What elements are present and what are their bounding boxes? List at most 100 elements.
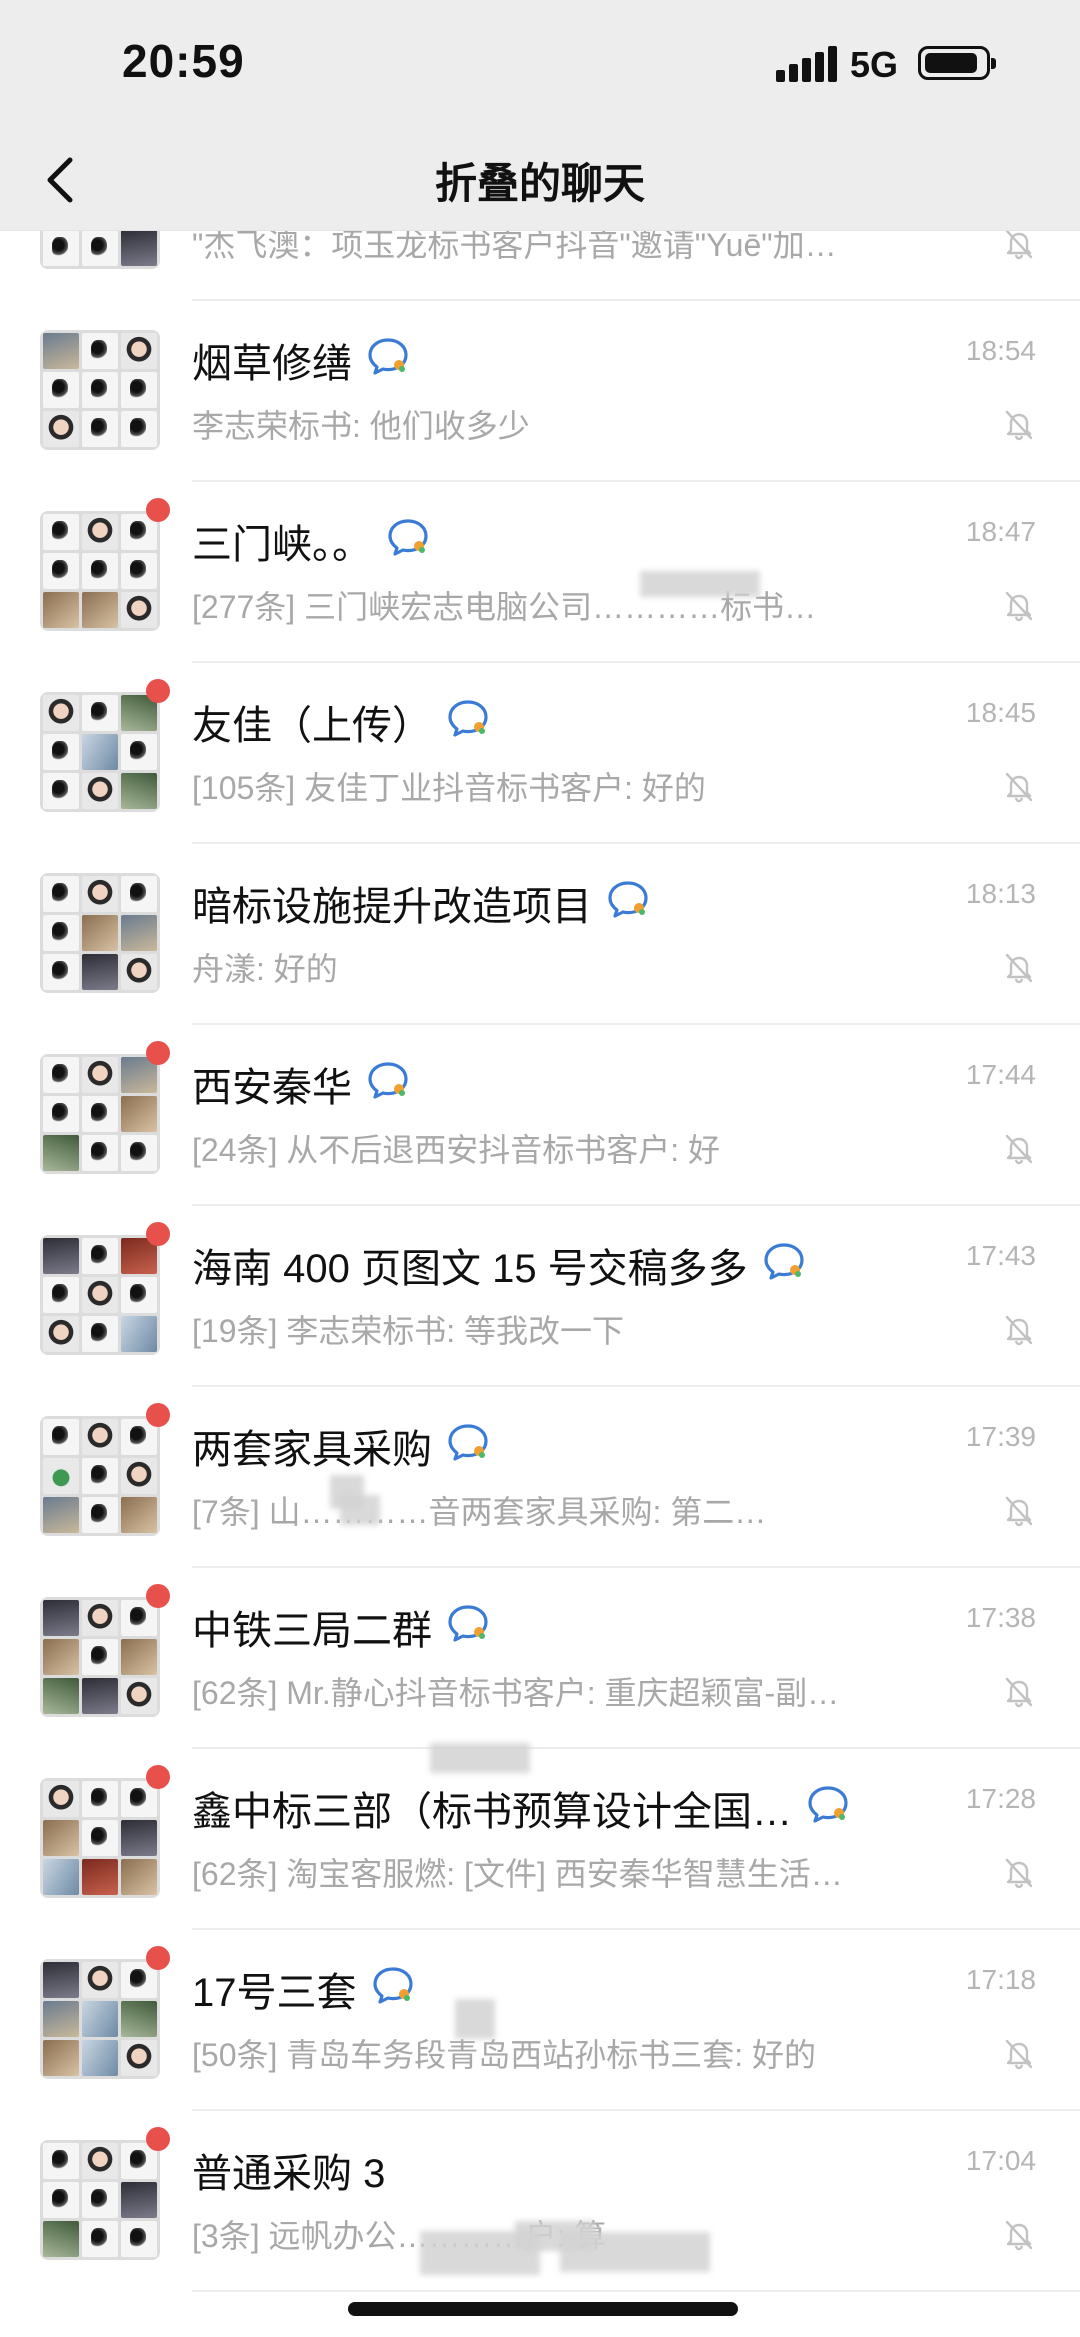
chat-title: 17号三套	[192, 1971, 357, 2015]
avatar-cell	[121, 333, 157, 369]
wecom-chat-icon	[446, 1603, 490, 1643]
avatar-cell	[121, 2182, 157, 2218]
avatar-cell	[82, 773, 118, 809]
chat-row[interactable]: "杰飞澳：项玉龙标书客户抖音"邀请"Yuē"加…	[0, 231, 1080, 301]
avatar-cell	[82, 1639, 118, 1675]
mute-bell-icon	[1002, 1855, 1036, 1889]
chat-title: 两套家具采购	[192, 1428, 432, 1472]
group-avatar	[40, 1959, 160, 2079]
wecom-chat-icon	[606, 879, 650, 919]
chat-preview: [62条] Mr.静心抖音标书客户: 重庆超颖富-副…	[192, 1675, 840, 1711]
chat-time: 17:39	[965, 1421, 1036, 1452]
avatar-cell	[43, 2182, 79, 2218]
avatar-cell	[43, 514, 79, 550]
chat-row[interactable]: 友佳（上传） 18:45 [105条] 友佳丁业抖音标书客户: 好的	[0, 663, 1080, 844]
avatar-cell	[121, 411, 157, 447]
unread-dot	[146, 1403, 170, 1427]
chat-title: 鑫中标三部（标书预算设计全国…	[192, 1790, 792, 1834]
chat-title-line: 17号三套	[192, 1960, 930, 2020]
avatar-cell	[82, 372, 118, 408]
avatar-cell	[121, 1096, 157, 1132]
chat-row[interactable]: 三门峡。。 18:47 [277条] 三门峡宏志电脑公司…………标书…	[0, 482, 1080, 663]
group-avatar	[40, 231, 160, 269]
mute-bell-icon	[1002, 2036, 1036, 2070]
chat-row[interactable]: 西安秦华 17:44 [24条] 从不后退西安抖音标书客户: 好	[0, 1025, 1080, 1206]
mute-bell-icon	[1002, 1493, 1036, 1527]
chat-preview: 舟漾: 好的	[192, 951, 338, 987]
chat-row[interactable]: 普通采购 3 17:04 [3条] 远帆办公…………户: 算	[0, 2111, 1080, 2292]
avatar-cell	[43, 2221, 79, 2257]
avatar-cell	[43, 1458, 79, 1494]
chat-time: 17:43	[965, 1240, 1036, 1271]
group-avatar	[40, 1235, 160, 1355]
avatar-cell	[82, 1057, 118, 1093]
avatar-cell	[43, 1419, 79, 1455]
wecom-chat-icon	[366, 1060, 410, 1100]
chat-time: 18:47	[965, 516, 1036, 547]
chat-title: 普通采购 3	[192, 2152, 386, 2196]
avatar-cell	[43, 773, 79, 809]
group-avatar	[40, 511, 160, 631]
avatar-cell	[82, 876, 118, 912]
avatar-cell	[43, 1600, 79, 1636]
avatar-cell	[82, 2182, 118, 2218]
avatar-cell	[82, 734, 118, 770]
avatar-cell	[121, 592, 157, 628]
avatar-cell	[82, 1316, 118, 1352]
avatar-cell	[82, 915, 118, 951]
wecom-chat-icon	[386, 517, 430, 557]
avatar-cell	[121, 1820, 157, 1856]
chat-list[interactable]: "杰飞澳：项玉龙标书客户抖音"邀请"Yuē"加… 烟草修缮 18:54 李志荣标书: …	[0, 231, 1080, 2337]
chat-row[interactable]: 17号三套 17:18 [50条] 青岛车务段青岛西站孙标书三套: 好的	[0, 1930, 1080, 2111]
avatar-cell	[82, 1238, 118, 1274]
avatar-cell	[82, 514, 118, 550]
row-divider	[192, 2290, 1080, 2292]
avatar-cell	[82, 954, 118, 990]
chat-title-line: 烟草修缮	[192, 331, 930, 391]
page-title: 折叠的聊天	[434, 160, 645, 207]
chat-row[interactable]: 暗标设施提升改造项目 18:13 舟漾: 好的	[0, 844, 1080, 1025]
redaction-blur	[340, 1495, 380, 1525]
chat-row[interactable]: 两套家具采购 17:39 [7条] 山…………音两套家具采购: 第二…	[0, 1387, 1080, 1568]
chat-title-line: 西安秦华	[192, 1055, 930, 1115]
mute-bell-icon	[1002, 1312, 1036, 1346]
avatar-cell	[82, 1497, 118, 1533]
chat-preview: [7条] 山…………音两套家具采购: 第二…	[192, 1494, 767, 1530]
wecom-chat-icon	[366, 336, 410, 376]
chat-row[interactable]: 烟草修缮 18:54 李志荣标书: 他们收多少	[0, 301, 1080, 482]
chat-row[interactable]: 鑫中标三部（标书预算设计全国… 17:28 [62条] 淘宝客服燃: [文件] 西安…	[0, 1749, 1080, 1930]
chat-row[interactable]: 海南 400 页图文 15 号交稿多多 17:43 [19条] 李志荣标书: 等我改…	[0, 1206, 1080, 1387]
unread-dot	[146, 1584, 170, 1608]
mute-bell-icon	[1002, 231, 1036, 260]
chat-title-line: 三门峡。。	[192, 512, 930, 572]
chat-title-line: 暗标设施提升改造项目	[192, 874, 930, 934]
unread-dot	[146, 1946, 170, 1970]
chat-preview: [19条] 李志荣标书: 等我改一下	[192, 1313, 625, 1349]
wecom-chat-icon	[446, 1422, 490, 1462]
unread-dot	[146, 1222, 170, 1246]
chat-time: 17:44	[965, 1059, 1036, 1090]
battery-icon	[918, 46, 996, 80]
avatar-cell	[121, 1678, 157, 1714]
group-avatar	[40, 1416, 160, 1536]
avatar-cell	[121, 915, 157, 951]
avatar-cell	[82, 695, 118, 731]
mute-bell-icon	[1002, 769, 1036, 803]
chat-row[interactable]: 中铁三局二群 17:38 [62条] Mr.静心抖音标书客户: 重庆超颖富-副…	[0, 1568, 1080, 1749]
chat-preview: [277条] 三门峡宏志电脑公司…………标书…	[192, 589, 817, 625]
avatar-cell	[82, 553, 118, 589]
group-avatar	[40, 692, 160, 812]
group-avatar	[40, 873, 160, 993]
avatar-cell	[82, 1678, 118, 1714]
mute-bell-icon	[1002, 588, 1036, 622]
mute-bell-icon	[1002, 2217, 1036, 2251]
wecom-chat-icon	[762, 1241, 806, 1281]
unread-dot	[146, 498, 170, 522]
avatar-cell	[82, 1419, 118, 1455]
chat-time: 17:04	[965, 2145, 1036, 2176]
avatar-cell	[43, 915, 79, 951]
nav-bar: 折叠的聊天	[0, 130, 1080, 231]
avatar-cell	[43, 734, 79, 770]
avatar-cell	[121, 1277, 157, 1313]
chat-title: 中铁三局二群	[192, 1609, 432, 1653]
